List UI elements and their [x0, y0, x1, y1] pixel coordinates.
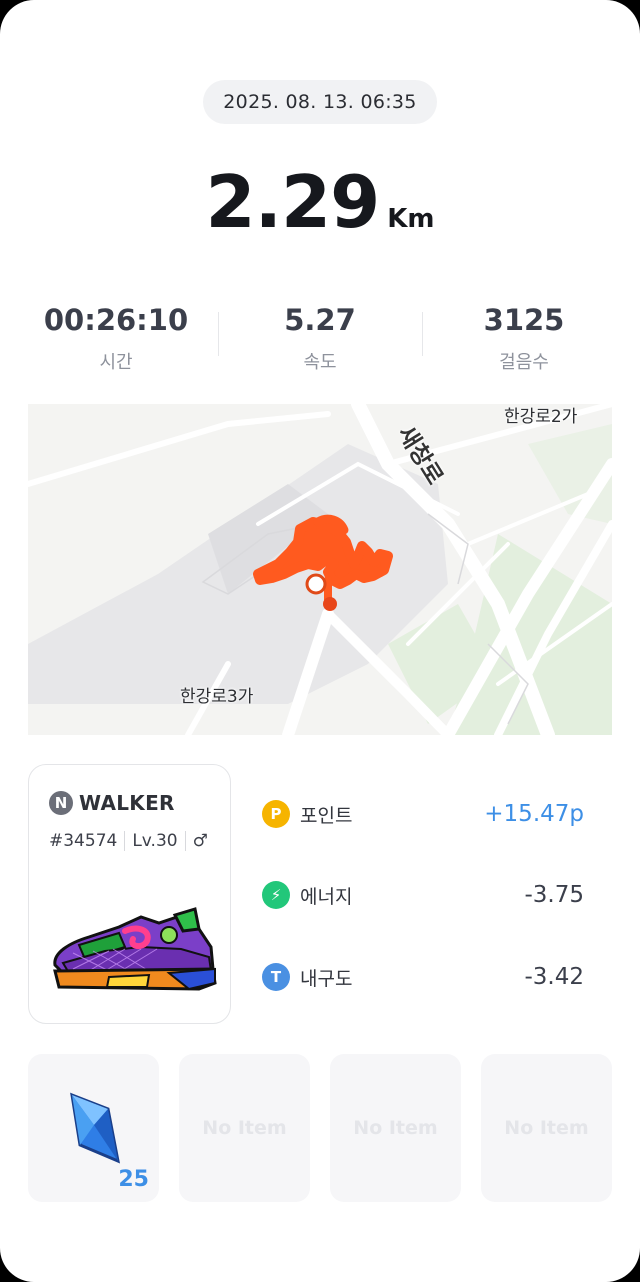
stat-time-label: 시간 [99, 352, 133, 373]
stat-divider [422, 312, 423, 356]
stat-time-value: 00:26:10 [43, 303, 189, 337]
stat-divider [218, 312, 219, 356]
reward-energy-label: 에너지 [300, 885, 353, 908]
reward-energy: ⚡ 에너지 -3.75 [262, 865, 592, 925]
meta-divider [184, 831, 186, 851]
durability-icon: T [262, 963, 290, 991]
map-label-area-bottom: 한강로3가 [180, 687, 254, 707]
reward-durability: T 내구도 -3.42 [262, 947, 592, 1007]
empty-slot-text: No Item [353, 1117, 438, 1139]
item-slot-empty[interactable]: No Item [330, 1054, 461, 1202]
stat-time: 00:26:10 시간 [14, 300, 218, 376]
distance-unit: Km [387, 204, 435, 234]
empty-slot-text: No Item [202, 1117, 287, 1139]
meta-divider [124, 831, 126, 851]
sneaker-image [53, 907, 217, 991]
reward-points-value: +15.47p [484, 801, 584, 827]
point-icon: P [262, 800, 290, 828]
walker-badge-icon: N [49, 791, 73, 815]
energy-icon: ⚡ [262, 881, 290, 909]
walker-card[interactable]: N WALKER #34574 Lv.30 ♂ [28, 764, 231, 1024]
walker-id: #34574 [49, 831, 118, 851]
item-slot-empty[interactable]: No Item [179, 1054, 310, 1202]
walker-gender-icon: ♂ [192, 831, 208, 851]
session-datetime: 2025. 08. 13. 06:35 [203, 80, 437, 124]
start-marker-icon [305, 573, 327, 595]
map-label-area-top: 한강로2가 [504, 407, 578, 427]
distance-display: 2.29 Km [0, 160, 640, 250]
gem-count: 25 [118, 1167, 149, 1192]
stat-steps-label: 걸음수 [499, 352, 549, 373]
distance-value: 2.29 [205, 160, 381, 244]
item-slot-empty[interactable]: No Item [481, 1054, 612, 1202]
end-marker-icon [323, 597, 337, 611]
reward-durability-label: 내구도 [300, 967, 353, 990]
walker-level: Lv.30 [132, 831, 178, 851]
item-slots: 25 No Item No Item No Item [28, 1054, 612, 1202]
reward-durability-value: -3.42 [524, 964, 584, 990]
stat-steps-value: 3125 [483, 303, 565, 337]
activity-detail-card: 2025. 08. 13. 06:35 2.29 Km 00:26:10 시간 … [0, 0, 640, 1282]
walker-title: N WALKER [49, 791, 175, 815]
gem-icon [69, 1092, 120, 1164]
stat-speed-label: 속도 [303, 352, 337, 373]
item-slot-gem[interactable]: 25 [28, 1054, 159, 1202]
walker-meta: #34574 Lv.30 ♂ [49, 831, 208, 851]
stat-speed-value: 5.27 [284, 303, 356, 337]
reward-points: P 포인트 +15.47p [262, 784, 592, 844]
stat-speed: 5.27 속도 [218, 300, 422, 376]
reward-energy-value: -3.75 [524, 882, 584, 908]
route-map[interactable]: 한강로2가 새창로 한강로3가 [28, 404, 612, 735]
stat-steps: 3125 걸음수 [422, 300, 626, 376]
stats-row: 00:26:10 시간 5.27 속도 3125 걸음수 [14, 300, 626, 376]
reward-points-label: 포인트 [300, 804, 353, 827]
walker-name: WALKER [79, 791, 175, 815]
map-canvas [28, 404, 612, 735]
empty-slot-text: No Item [504, 1117, 589, 1139]
